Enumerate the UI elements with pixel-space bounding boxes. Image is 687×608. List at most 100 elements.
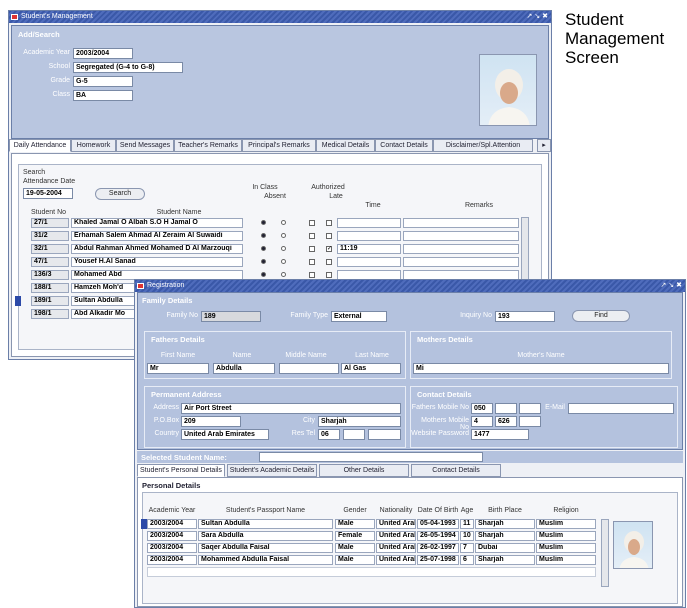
remarks-cell[interactable] xyxy=(403,257,519,267)
student-no-cell[interactable]: 198/1 xyxy=(31,309,69,319)
time-cell[interactable] xyxy=(337,257,401,267)
late-checkbox[interactable] xyxy=(326,272,332,278)
city-field[interactable]: Sharjah xyxy=(318,416,401,427)
in-class-radio[interactable] xyxy=(261,220,266,225)
student-name-cell[interactable]: Yousef H.Al Sanad xyxy=(71,257,243,267)
po-box-field[interactable]: 209 xyxy=(181,416,241,427)
authorized-checkbox[interactable] xyxy=(309,246,315,252)
res-tel-area-field[interactable]: 06 xyxy=(318,429,340,440)
country-field[interactable]: United Arab Emirates xyxy=(181,429,269,440)
student-name-cell[interactable]: Erhamah Salem Ahmad Al Zeraim Al Suwaidi xyxy=(71,231,243,241)
authorized-checkbox[interactable] xyxy=(309,233,315,239)
pd-cell[interactable]: Sharjah xyxy=(475,531,535,541)
fathers-mobile-prefix[interactable]: 050 xyxy=(471,403,493,414)
pd-cell[interactable]: Saqer Abdulla Faisal xyxy=(198,543,333,553)
tab-academic-details[interactable]: Student's Academic Details xyxy=(227,464,317,477)
late-checkbox[interactable] xyxy=(326,259,332,265)
tab-scroll-right-icon[interactable]: ▸ xyxy=(537,139,551,152)
student-no-cell[interactable]: 31/2 xyxy=(31,231,69,241)
student-no-cell[interactable]: 27/1 xyxy=(31,218,69,228)
time-cell[interactable]: 11:19 xyxy=(337,244,401,254)
pd-cell[interactable]: 26-02-1997 xyxy=(417,543,459,553)
pd-cell[interactable]: 05-04-1993 xyxy=(417,519,459,529)
reg-window-controls[interactable]: ↗ ↘ ✖ xyxy=(661,280,683,292)
pd-cell[interactable]: 2003/2004 xyxy=(147,543,197,553)
absent-radio[interactable] xyxy=(281,259,286,264)
student-no-cell[interactable]: 188/1 xyxy=(31,283,69,293)
pd-cell[interactable]: United Arab Er xyxy=(376,531,416,541)
student-no-cell[interactable]: 47/1 xyxy=(31,257,69,267)
address-field[interactable]: Air Port Street xyxy=(181,403,401,414)
pd-table-row[interactable]: 2003/2004 Mohammed Abdulla Faisal Male Unit… xyxy=(143,555,599,566)
student-no-cell[interactable]: 189/1 xyxy=(31,296,69,306)
pd-cell[interactable]: 25-07-1998 xyxy=(417,555,459,565)
student-name-cell[interactable]: Abdul Rahman Ahmed Mohamed D Al Marzouqi xyxy=(71,244,243,254)
late-checkbox[interactable] xyxy=(326,233,332,239)
website-password-field[interactable]: 1477 xyxy=(471,429,529,440)
pd-table-row[interactable]: 2003/2004Sultan AbdullaMaleUnited Arab E… xyxy=(141,519,599,530)
authorized-checkbox[interactable] xyxy=(309,272,315,278)
remarks-cell[interactable] xyxy=(403,231,519,241)
mother-name-field[interactable]: Mi xyxy=(413,363,669,374)
absent-radio[interactable] xyxy=(281,246,286,251)
mothers-mobile-field-3[interactable] xyxy=(519,416,541,427)
pd-cell[interactable]: 11 xyxy=(460,519,474,529)
remarks-cell[interactable] xyxy=(403,218,519,228)
pd-cell[interactable]: Male xyxy=(335,555,375,565)
father-middle-name-field[interactable] xyxy=(279,363,339,374)
tab-send-messages[interactable]: Send Messages xyxy=(116,139,174,152)
pd-cell[interactable]: Dubai xyxy=(475,543,535,553)
pd-cell[interactable]: Sultan Abdulla xyxy=(198,519,333,529)
attendance-date-field[interactable]: 19-05-2004 xyxy=(23,188,73,199)
inquiry-no-field[interactable]: 193 xyxy=(495,311,555,322)
absent-radio[interactable] xyxy=(281,220,286,225)
attendance-row[interactable]: 31/2 Erhamah Salem Ahmad Al Zeraim Al Suw… xyxy=(19,230,519,242)
pd-cell[interactable]: Sharjah xyxy=(475,555,535,565)
tab-other-details[interactable]: Other Details xyxy=(319,464,409,477)
attendance-row[interactable]: 47/1 Yousef H.Al Sanad xyxy=(19,256,519,268)
pd-cell[interactable]: United Arab Er xyxy=(376,555,416,565)
pd-cell[interactable]: United Arab Er xyxy=(376,543,416,553)
absent-radio[interactable] xyxy=(281,272,286,277)
tab-principals-remarks[interactable]: Principal's Remarks xyxy=(242,139,316,152)
pd-cell[interactable]: Sara Abdulla xyxy=(198,531,333,541)
find-button[interactable]: Find xyxy=(572,310,630,322)
attendance-scrollbar[interactable] xyxy=(521,217,529,287)
pd-cell[interactable]: 10 xyxy=(460,531,474,541)
time-cell[interactable] xyxy=(337,218,401,228)
pd-table-row[interactable]: 2003/2004Sara AbdullaFemaleUnited Arab E… xyxy=(143,531,599,542)
pd-cell[interactable]: Muslim xyxy=(536,555,596,565)
mothers-mobile-field-2[interactable]: 626 xyxy=(495,416,517,427)
res-tel-field-2[interactable] xyxy=(343,429,365,440)
family-no-field[interactable]: 189 xyxy=(201,311,261,322)
authorized-checkbox[interactable] xyxy=(309,259,315,265)
pd-cell[interactable]: Male xyxy=(335,519,375,529)
late-checkbox[interactable]: ✓ xyxy=(326,246,332,252)
search-button[interactable]: Search xyxy=(95,188,145,200)
res-tel-field-3[interactable] xyxy=(368,429,401,440)
email-field[interactable] xyxy=(568,403,674,414)
window-controls[interactable]: ↗ ↘ ✖ xyxy=(527,11,549,23)
attendance-row[interactable]: 27/1 Khaled Jamal O Albah S.O H Jamal O xyxy=(19,217,519,229)
pd-empty-row[interactable] xyxy=(147,567,596,577)
pd-cell[interactable]: 2003/2004 xyxy=(147,519,197,529)
grade-field[interactable]: G-5 xyxy=(73,76,133,87)
selected-student-field[interactable] xyxy=(259,452,483,462)
family-type-select[interactable]: External xyxy=(331,311,387,322)
pd-cell[interactable]: 7 xyxy=(460,543,474,553)
tab-homework[interactable]: Homework xyxy=(71,139,116,152)
academic-year-field[interactable]: 2003/2004 xyxy=(73,48,133,59)
in-class-radio[interactable] xyxy=(261,259,266,264)
tab-contact-details[interactable]: Contact Details xyxy=(375,139,433,152)
pd-cell[interactable]: 2003/2004 xyxy=(147,531,197,541)
school-field[interactable]: Segregated (G-4 to G-8) xyxy=(73,62,183,73)
pd-cell[interactable]: Muslim xyxy=(536,531,596,541)
pd-cell[interactable]: Female xyxy=(335,531,375,541)
tab-disclaimer[interactable]: Disclaimer/Spl.Attention xyxy=(433,139,533,152)
student-no-cell[interactable]: 136/3 xyxy=(31,270,69,280)
tab-reg-contact-details[interactable]: Contact Details xyxy=(411,464,501,477)
fathers-mobile-field-3[interactable] xyxy=(519,403,541,414)
father-first-name-field[interactable]: Mr xyxy=(147,363,209,374)
student-no-cell[interactable]: 32/1 xyxy=(31,244,69,254)
tab-teachers-remarks[interactable]: Teacher's Remarks xyxy=(174,139,242,152)
